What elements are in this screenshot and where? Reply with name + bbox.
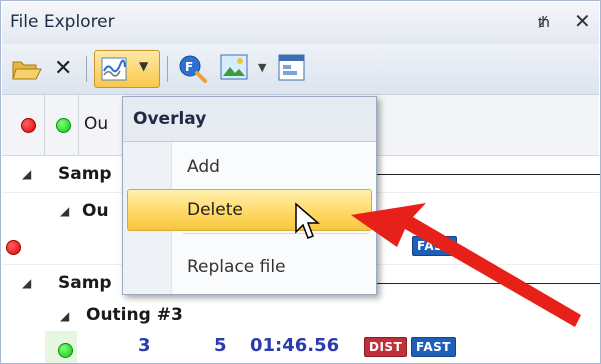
red-status-icon [21, 118, 36, 133]
menu-title-label: Overlay [133, 109, 207, 129]
mouse-cursor-icon [295, 202, 321, 239]
green-status-icon [58, 343, 73, 358]
pin-icon[interactable]: ᵺ [538, 13, 550, 31]
toolbar-separator [167, 56, 168, 82]
title-bar: File Explorer ᵺ ✕ [2, 2, 599, 45]
menu-item-label: Replace file [187, 257, 286, 277]
toolbar: ✕ ▼ F ▼ [2, 44, 599, 95]
expand-triangle-icon[interactable]: ◢ [22, 167, 31, 181]
svg-text:F: F [185, 60, 193, 74]
menu-item-label: Add [187, 157, 220, 177]
overlay-icon [101, 57, 127, 81]
find-icon[interactable]: F [178, 54, 208, 84]
column-header-label[interactable]: Ou [84, 114, 108, 134]
dist-badge: DIST [364, 337, 408, 357]
lap-time: 01:46.56 [250, 335, 340, 356]
delete-x-icon[interactable]: ✕ [54, 56, 72, 81]
tree-label: Samp [58, 273, 112, 293]
toolbar-separator [86, 56, 87, 82]
tree-label: Samp [58, 164, 112, 184]
chevron-down-icon[interactable]: ▼ [139, 59, 148, 73]
green-status-icon [56, 118, 71, 133]
fast-badge: FAST [411, 337, 456, 357]
file-explorer-panel: File Explorer ᵺ ✕ ✕ ▼ F ▼ Ou ◢ Samp ◢ Ou… [0, 0, 601, 364]
menu-item-label: Delete [187, 200, 243, 220]
tree-label: Outing #3 [86, 305, 183, 325]
open-folder-icon[interactable] [12, 57, 42, 81]
overlay-button[interactable]: ▼ [94, 50, 160, 88]
expand-triangle-icon[interactable]: ◢ [22, 276, 31, 290]
expand-triangle-icon[interactable]: ◢ [60, 204, 69, 218]
tree-label: Ou [82, 201, 109, 221]
menu-title: Overlay [123, 97, 376, 142]
chevron-down-icon[interactable]: ▼ [258, 61, 266, 74]
red-status-icon [6, 240, 21, 255]
expand-triangle-icon[interactable]: ◢ [60, 309, 69, 323]
lap-index: 5 [214, 335, 227, 356]
panel-title: File Explorer [10, 12, 115, 32]
close-icon[interactable]: ✕ [574, 9, 591, 33]
menu-item-add[interactable]: Add [123, 147, 376, 187]
annotation-arrow [351, 203, 581, 327]
lap-number: 3 [138, 335, 151, 356]
report-icon[interactable] [278, 54, 306, 82]
image-icon[interactable] [220, 54, 250, 82]
